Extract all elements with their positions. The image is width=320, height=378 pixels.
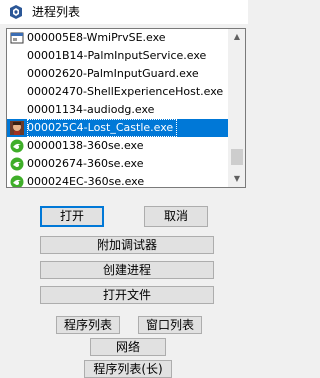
scroll-up-arrow-icon[interactable]: ▲ [229,29,245,45]
list-item[interactable]: 000024EC-360se.exe [7,173,230,187]
process-listbox[interactable]: 000005E8-WmiPrvSE.exe 00001B14-PalmInput… [6,28,246,188]
title-bar: 进程列表 [0,0,248,24]
scroll-down-arrow-icon[interactable]: ▼ [229,171,245,187]
process-name: 00002620-PalmInputGuard.exe [27,67,199,80]
create-process-button[interactable]: 创建进程 [40,261,214,279]
attach-debugger-label: 附加调试器 [96,238,157,252]
window-list-button[interactable]: 窗口列表 [138,316,202,334]
list-item[interactable]: 00002674-360se.exe [7,155,230,173]
process-list-long-button[interactable]: 程序列表(长) [84,360,172,378]
process-name: 00001134-audiodg.exe [27,103,155,116]
list-item[interactable]: 00000138-360se.exe [7,137,230,155]
list-item-selected[interactable]: 000025C4-Lost_Castle.exe [7,119,230,137]
list-item[interactable]: 00001134-audiodg.exe [7,101,230,119]
process-name: 000005E8-WmiPrvSE.exe [27,31,166,44]
network-button[interactable]: 网络 [90,338,166,356]
open-button-label: 打开 [59,209,84,223]
create-process-label: 创建进程 [102,263,151,277]
browser-360-icon [10,157,24,171]
cheat-engine-icon [10,5,22,19]
process-name: 000024EC-360se.exe [27,175,145,187]
process-name: 00002674-360se.exe [27,157,144,170]
open-file-label: 打开文件 [102,288,151,302]
process-list-window: 进程列表 000005E8-WmiPrvSE.exe 00001B14-Palm… [0,0,248,378]
vertical-scrollbar[interactable]: ▲ ▼ [228,29,245,187]
generic-window-icon [10,32,24,44]
process-list-button[interactable]: 程序列表 [56,316,120,334]
cancel-button[interactable]: 取消 [144,206,208,227]
list-item[interactable]: 00002470-ShellExperienceHost.exe [7,83,230,101]
scroll-thumb[interactable] [231,149,243,165]
game-icon [10,121,24,135]
attach-debugger-button[interactable]: 附加调试器 [40,236,214,254]
open-file-button[interactable]: 打开文件 [40,286,214,304]
process-name: 000025C4-Lost_Castle.exe [27,119,178,137]
process-list-label: 程序列表 [63,318,112,332]
window-list-label: 窗口列表 [145,318,194,332]
list-item[interactable]: 00001B14-PalmInputService.exe [7,47,230,65]
browser-360-icon [10,175,24,187]
list-item[interactable]: 000005E8-WmiPrvSE.exe [7,29,230,47]
process-list-long-label: 程序列表(长) [93,362,163,376]
process-name: 00001B14-PalmInputService.exe [27,49,207,62]
open-button[interactable]: 打开 [40,206,104,227]
cancel-button-label: 取消 [163,209,188,223]
process-list: 000005E8-WmiPrvSE.exe 00001B14-PalmInput… [7,29,230,187]
window-title: 进程列表 [32,5,81,19]
process-name: 00000138-360se.exe [27,139,144,152]
process-name: 00002470-ShellExperienceHost.exe [27,85,224,98]
list-item[interactable]: 00002620-PalmInputGuard.exe [7,65,230,83]
browser-360-icon [10,139,24,153]
network-label: 网络 [115,340,140,354]
